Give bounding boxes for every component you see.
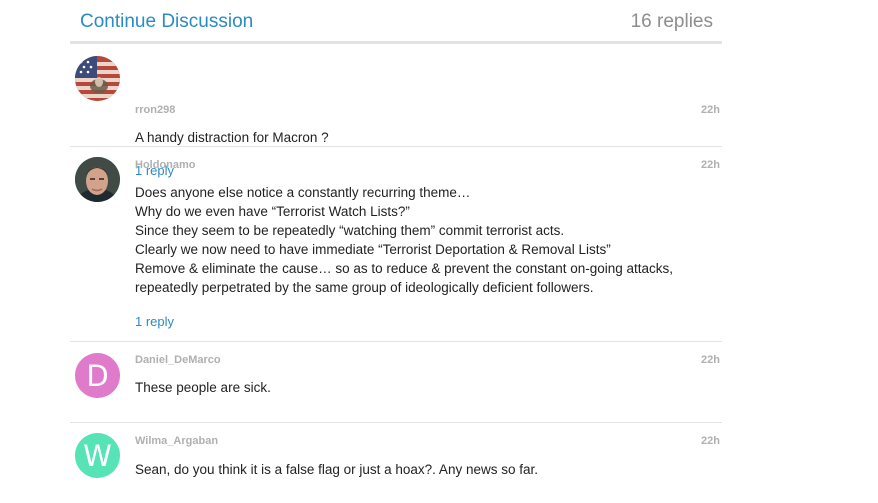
comment-time: 22h — [701, 159, 720, 171]
comment-username[interactable]: Daniel_DeMarco — [135, 354, 221, 366]
comment-line: Why do we even have “Terrorist Watch Lis… — [135, 204, 410, 219]
comment-line: Remove & eliminate the cause… so as to r… — [135, 261, 674, 276]
continue-discussion-link[interactable]: Continue Discussion — [70, 11, 253, 33]
replies-count: 16 replies — [630, 10, 713, 32]
avatar-letter: W — [83, 438, 112, 473]
comment-line: A handy distraction for Macron ? — [135, 130, 329, 145]
avatar[interactable]: D — [75, 353, 120, 398]
discussion-panel: Continue Discussion 16 replies rron298 2… — [70, 0, 722, 503]
avatar[interactable]: W — [75, 433, 120, 478]
reply-link[interactable]: 1 reply — [135, 314, 174, 329]
comment-time: 22h — [701, 354, 720, 366]
comment-item: W Wilma_Argaban 22h Sean, do you think i… — [70, 423, 722, 503]
comment-time: 22h — [701, 104, 720, 116]
photo-avatar-icon — [75, 157, 120, 202]
comment-line: Since they seem to be repeatedly “watchi… — [135, 223, 565, 238]
comment-username[interactable]: Holdonamo — [135, 159, 196, 171]
comment-body: Sean, do you think it is a false flag or… — [135, 460, 715, 479]
comment-body: A handy distraction for Macron ? — [135, 128, 715, 147]
comment-item: rron298 22h A handy distraction for Macr… — [70, 44, 722, 178]
comment-line: Does anyone else notice a constantly rec… — [135, 185, 471, 200]
comment-line: These people are sick. — [135, 380, 271, 395]
comment-line: Clearly we now need to have immediate “T… — [135, 242, 611, 257]
avatar-letter: D — [86, 358, 109, 393]
flag-avatar-icon — [75, 56, 120, 101]
comment-time: 22h — [701, 435, 720, 447]
comment-body: These people are sick. — [135, 378, 715, 397]
discussion-header: Continue Discussion 16 replies — [70, 0, 722, 44]
comment-body: Does anyone else notice a constantly rec… — [135, 183, 715, 297]
comment-item: D Daniel_DeMarco 22h These people are si… — [70, 342, 722, 423]
comment-username[interactable]: rron298 — [135, 104, 175, 116]
comment-line: repeatedly perpetrated by the same group… — [135, 280, 594, 295]
comment-username[interactable]: Wilma_Argaban — [135, 435, 218, 447]
avatar[interactable] — [75, 56, 120, 101]
comment-item: Holdonamo 22h Does anyone else notice a … — [70, 147, 722, 342]
avatar[interactable] — [75, 157, 120, 202]
comment-line: Sean, do you think it is a false flag or… — [135, 462, 538, 477]
